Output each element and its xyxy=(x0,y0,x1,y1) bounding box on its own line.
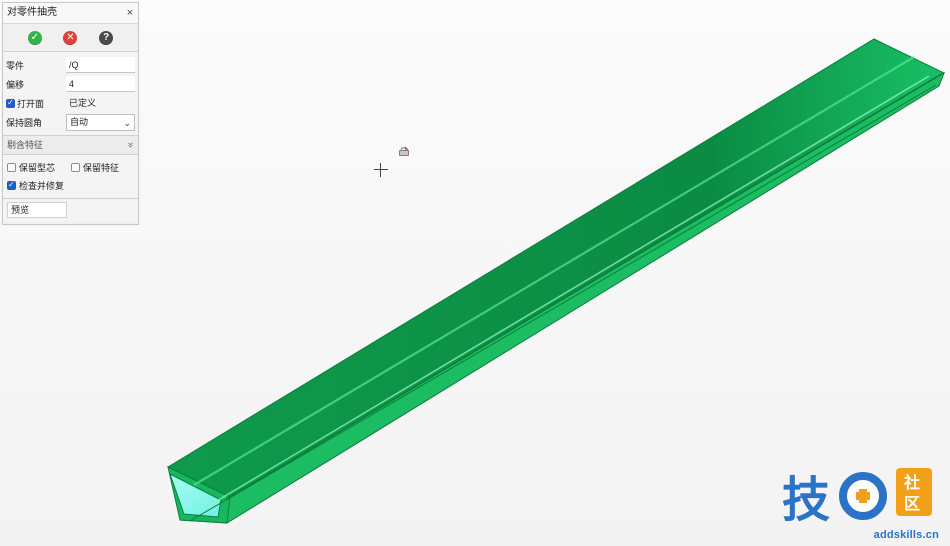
keep-core-checkbox[interactable] xyxy=(7,162,16,172)
keep-feature-label: 保留特征 xyxy=(83,162,120,173)
part-row: 零件 /Q xyxy=(3,56,138,74)
preview-section: 预览 xyxy=(3,199,138,222)
part-inner-highlight-2 xyxy=(209,75,930,506)
offset-label: 偏移 xyxy=(6,79,25,90)
action-row: ✓ ✕ ? xyxy=(3,24,138,52)
offset-field[interactable]: 4 xyxy=(66,76,135,92)
shell-feature-panel: 对零件抽壳 × ✓ ✕ ? 零件 /Q 偏移 4 ✓ 打开面 已定义 保持圆角 … xyxy=(2,2,139,225)
keep-fillet-value: 自动 xyxy=(70,116,89,127)
keep-fillet-row: 保持圆角 自动 ⌄ xyxy=(3,113,138,131)
chevron-down-icon: ⌄ xyxy=(123,117,131,128)
watermark-side-text-2: 区 xyxy=(904,494,920,513)
open-face-label: 打开面 xyxy=(17,98,45,109)
panel-title: 对零件抽壳 xyxy=(7,7,57,18)
keep-core-label: 保留型芯 xyxy=(19,162,56,173)
help-button[interactable]: ? xyxy=(99,30,114,45)
keep-options-row: 保留型芯 保留特征 xyxy=(3,158,138,176)
offset-row: 偏移 4 xyxy=(3,75,138,93)
keep-feature-checkbox[interactable] xyxy=(71,162,80,172)
part-inner-highlight xyxy=(193,56,915,486)
check-fix-checkbox[interactable]: ✓ xyxy=(7,180,16,190)
shell-options-section: 保留型芯 保留特征 ✓ 检查并修复 xyxy=(3,155,138,199)
part-edge-line xyxy=(225,73,942,500)
open-face-option[interactable]: ✓ 打开面 xyxy=(6,97,66,110)
part-field[interactable]: /Q xyxy=(66,57,135,73)
watermark-main-text: 技 xyxy=(782,472,830,528)
open-face-checkbox[interactable]: ✓ xyxy=(6,98,15,108)
check-fix-row: ✓ 检查并修复 xyxy=(3,176,138,194)
keep-fillet-select[interactable]: 自动 ⌄ xyxy=(66,113,135,131)
included-features-label: 剔含特征 xyxy=(7,140,44,150)
double-chevron-icon: » xyxy=(125,142,137,148)
keep-fillet-label: 保持圆角 xyxy=(6,117,43,128)
watermark-domain: addskills.cn xyxy=(873,529,939,541)
close-icon[interactable]: × xyxy=(125,3,135,23)
cancel-button[interactable]: ✕ xyxy=(63,30,78,45)
selection-filter-icon xyxy=(399,146,409,156)
ok-button[interactable]: ✓ xyxy=(27,30,42,45)
watermark-side-text-1: 社 xyxy=(903,473,920,492)
crosshair-icon xyxy=(374,163,388,177)
keep-feature-option[interactable]: 保留特征 xyxy=(71,161,131,174)
open-face-row: ✓ 打开面 已定义 xyxy=(3,94,138,112)
part-bottom-edge xyxy=(189,84,937,522)
main-fields-section: 零件 /Q 偏移 4 ✓ 打开面 已定义 保持圆角 自动 ⌄ xyxy=(3,52,138,136)
included-features-section[interactable]: 剔含特征 » xyxy=(3,136,138,155)
panel-header: 对零件抽壳 × xyxy=(3,3,138,24)
part-label: 零件 xyxy=(6,60,25,71)
preview-button[interactable]: 预览 xyxy=(7,202,67,218)
check-fix-label: 检查并修复 xyxy=(19,180,65,191)
watermark-logo: 技 + 社 区 addskills.cn xyxy=(778,464,942,544)
check-fix-option[interactable]: ✓ 检查并修复 xyxy=(7,179,64,192)
open-face-value: 已定义 xyxy=(69,98,97,108)
keep-core-option[interactable]: 保留型芯 xyxy=(7,161,67,174)
